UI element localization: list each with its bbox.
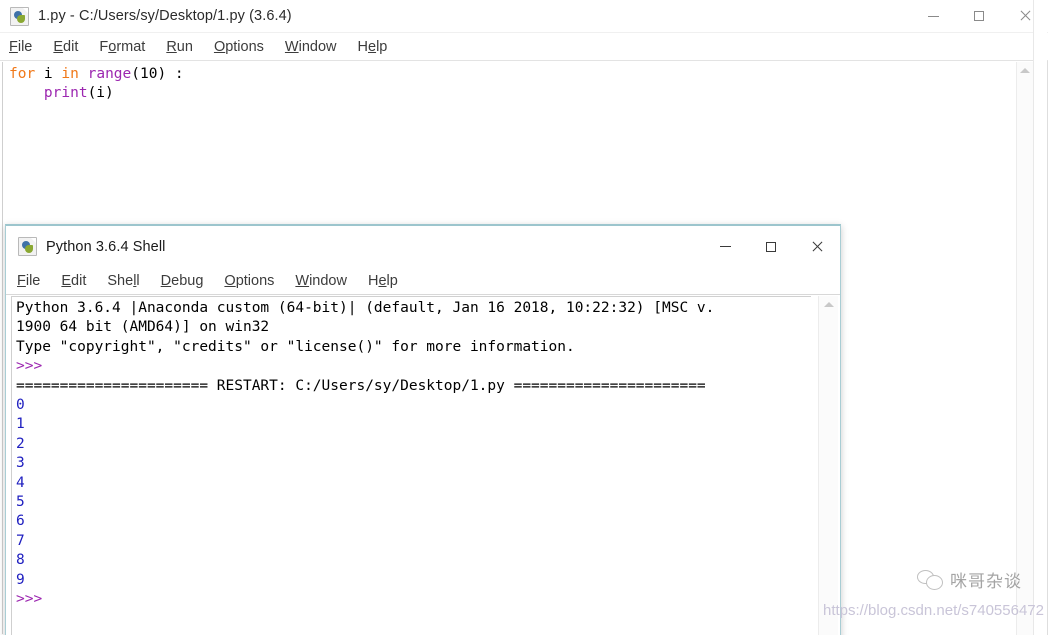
shell-result-line: 4 (16, 474, 25, 491)
shell-prompt-1: >>> (16, 358, 43, 375)
editor-menu-run[interactable]: Run (166, 39, 193, 55)
shell-restart-line: ====================== RESTART: C:/Users… (16, 377, 706, 394)
python-shell-window: Python 3.6.4 Shell File Edit Shell Debug… (5, 224, 841, 635)
code-token-range-args: (10) : (131, 66, 184, 82)
editor-caption-buttons (910, 0, 1048, 32)
shell-title-text: Python 3.6.4 Shell (46, 238, 166, 255)
shell-prompt-2: >>> (16, 591, 43, 608)
shell-result-line: 8 (16, 552, 25, 569)
shell-titlebar[interactable]: Python 3.6.4 Shell (6, 226, 840, 267)
code-token-range: range (87, 66, 132, 82)
shell-menu-file[interactable]: File (17, 273, 40, 289)
editor-menu-file[interactable]: File (9, 39, 32, 55)
shell-close-button[interactable] (794, 226, 840, 267)
code-token-in: in (61, 66, 79, 82)
editor-menu-format[interactable]: Format (99, 39, 145, 55)
shell-output-area[interactable]: Python 3.6.4 |Anaconda custom (64-bit)| … (11, 296, 811, 635)
editor-vertical-scrollbar[interactable] (1016, 62, 1033, 635)
editor-menu-edit[interactable]: Edit (53, 39, 78, 55)
shell-menubar: File Edit Shell Debug Options Window Hel… (6, 267, 840, 295)
shell-result-line: 7 (16, 532, 25, 549)
code-token-indent (9, 85, 44, 101)
code-token-i: i (35, 66, 62, 82)
shell-menu-window[interactable]: Window (295, 273, 347, 289)
shell-menu-debug[interactable]: Debug (161, 273, 204, 289)
screen-root: 1.py - C:/Users/sy/Desktop/1.py (3.6.4) … (0, 0, 1048, 635)
code-token-print: print (43, 85, 88, 102)
shell-result-line: 3 (16, 455, 25, 472)
shell-result-line: 6 (16, 513, 25, 530)
python-file-icon (18, 237, 37, 256)
shell-result-line: 2 (16, 435, 25, 452)
shell-result-line: 0 (16, 397, 25, 414)
editor-title-text: 1.py - C:/Users/sy/Desktop/1.py (3.6.4) (38, 8, 292, 24)
editor-menubar: File Edit Format Run Options Window Help (0, 33, 1048, 61)
shell-banner-line-3: Type "copyright", "credits" or "license(… (16, 338, 575, 355)
editor-menu-window[interactable]: Window (285, 39, 337, 55)
shell-caption-buttons (702, 226, 840, 267)
shell-menu-help[interactable]: Help (368, 273, 398, 289)
editor-minimize-button[interactable] (910, 0, 956, 32)
shell-menu-shell[interactable]: Shell (107, 273, 139, 289)
code-token-print-args: (i) (87, 85, 114, 102)
editor-menu-help[interactable]: Help (358, 39, 388, 55)
shell-result-line: 5 (16, 494, 25, 511)
code-line-2: print(i) (9, 84, 1016, 103)
code-line-1: for i in range(10) : (9, 65, 1016, 84)
editor-titlebar[interactable]: 1.py - C:/Users/sy/Desktop/1.py (3.6.4) (0, 0, 1048, 33)
code-token-for: for (9, 66, 36, 82)
shell-minimize-button[interactable] (702, 226, 748, 267)
editor-right-edge (1033, 0, 1047, 635)
scroll-up-arrow-icon[interactable] (1020, 68, 1030, 73)
shell-banner-line-1: Python 3.6.4 |Anaconda custom (64-bit)| … (16, 300, 715, 316)
shell-result-line: 1 (16, 416, 25, 433)
shell-banner-line-2: 1900 64 bit (AMD64)] on win32 (16, 319, 270, 336)
shell-vertical-scrollbar[interactable] (818, 296, 838, 635)
editor-maximize-button[interactable] (956, 0, 1002, 32)
scroll-up-arrow-icon[interactable] (823, 302, 834, 307)
editor-menu-options[interactable]: Options (214, 39, 264, 55)
shell-maximize-button[interactable] (748, 226, 794, 267)
shell-menu-edit[interactable]: Edit (61, 273, 86, 289)
python-file-icon (10, 6, 29, 26)
shell-menu-options[interactable]: Options (224, 273, 274, 289)
shell-result-line: 9 (16, 571, 25, 588)
